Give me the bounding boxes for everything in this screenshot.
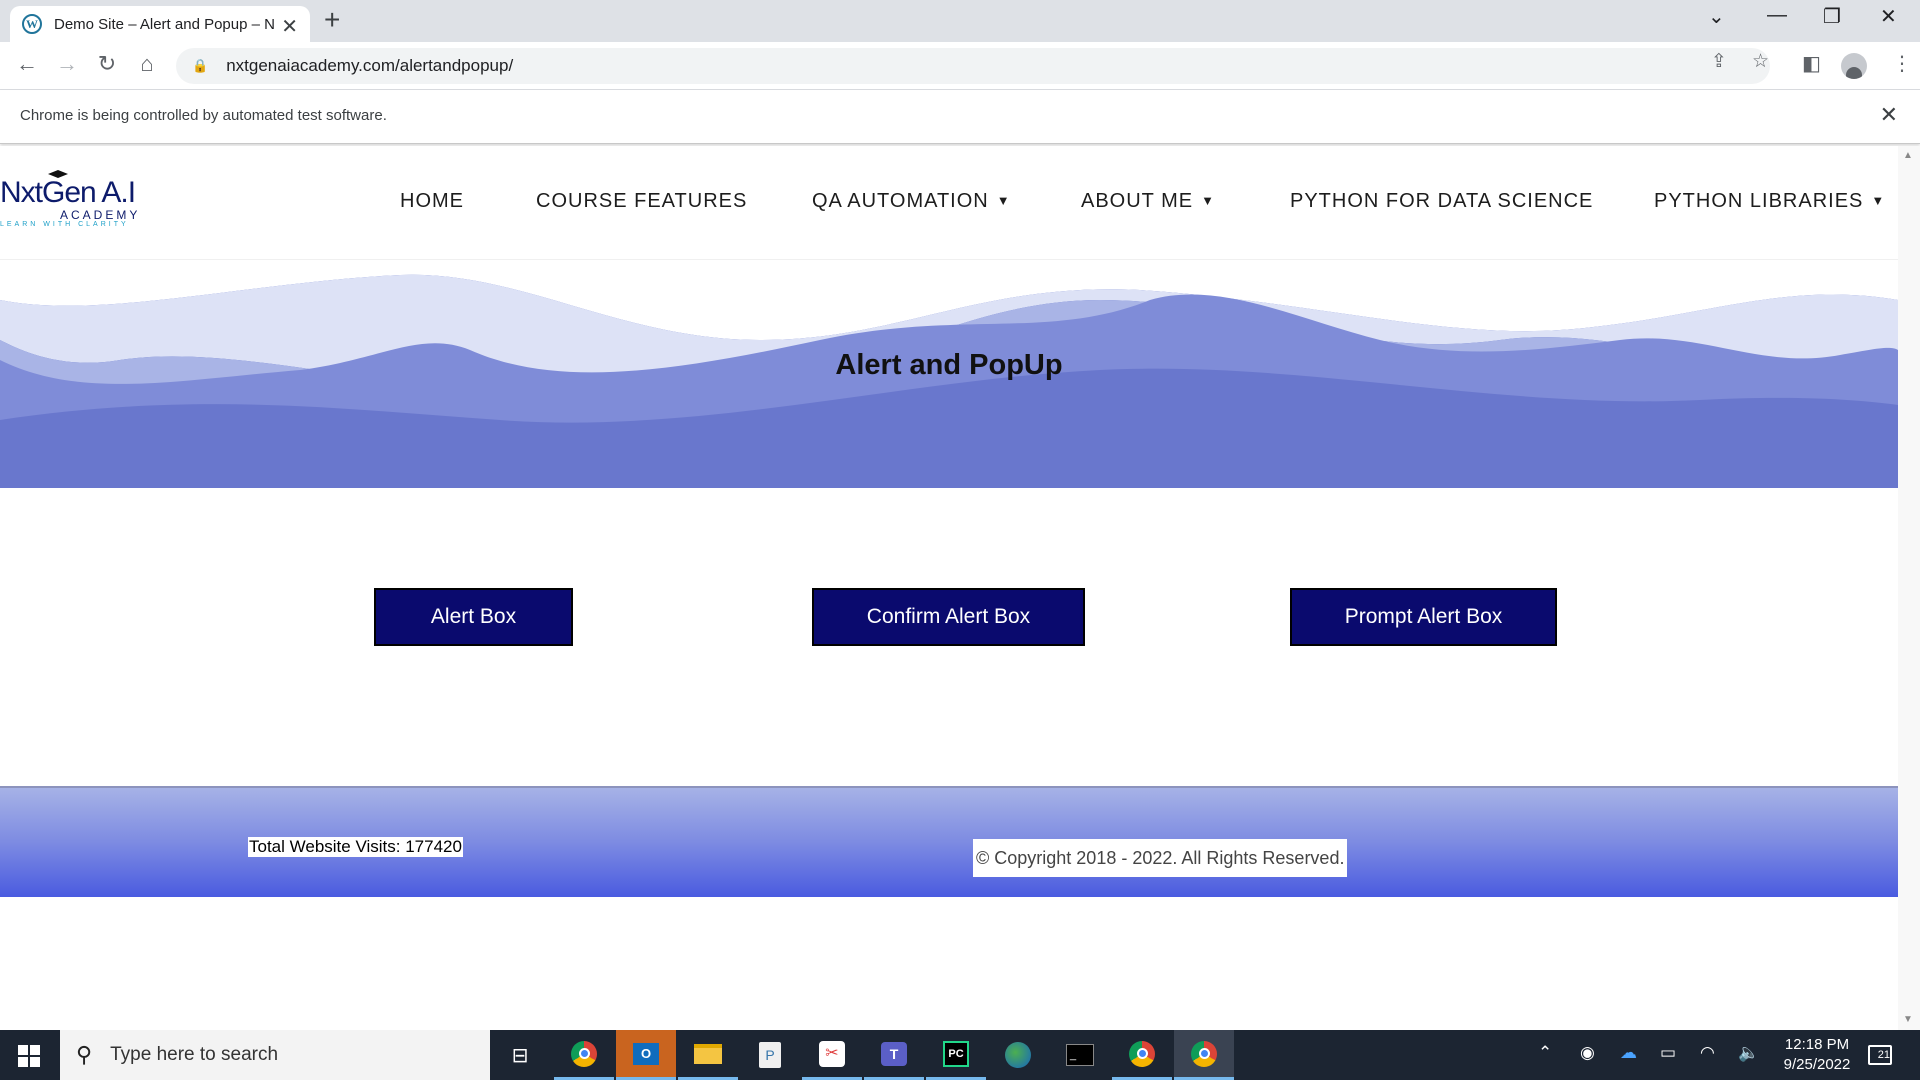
show-hidden-icons-chevron-icon[interactable]: ⌃: [1538, 1043, 1552, 1063]
chrome-taskbar-icon-active[interactable]: [1174, 1030, 1234, 1080]
infobar-text: Chrome is being controlled by automated …: [20, 107, 387, 124]
tab-search-icon[interactable]: ⌄: [1708, 4, 1725, 29]
restore-icon[interactable]: ❐: [1823, 4, 1841, 29]
automation-infobar: Chrome is being controlled by automated …: [0, 90, 1920, 144]
prompt-alert-box-button[interactable]: Prompt Alert Box: [1290, 588, 1557, 646]
network-globe-icon[interactable]: ◉: [1580, 1043, 1595, 1063]
site-footer: Total Website Visits: 177420 © Copyright…: [0, 786, 1898, 897]
browser-tab[interactable]: W Demo Site – Alert and Popup – N ✕: [10, 6, 310, 42]
site-header: NxtGen A.I ACADEMY LEARN WITH CLARITY HO…: [0, 146, 1898, 260]
reload-icon[interactable]: ↻: [92, 51, 122, 77]
tab-strip: W Demo Site – Alert and Popup – N ✕ + ⌄ …: [0, 0, 1920, 42]
nav-item-about-me[interactable]: ABOUT ME ▼: [1081, 190, 1215, 213]
notification-center-icon[interactable]: 21: [1868, 1042, 1892, 1065]
side-panel-icon[interactable]: ◧: [1802, 51, 1821, 76]
wordpress-icon: W: [22, 14, 42, 34]
browser-toolbar: ← → ↻ ⌂ 🔒 nxtgenaiacademy.com/alertandpo…: [0, 42, 1920, 90]
onedrive-error-icon[interactable]: ☁: [1620, 1043, 1637, 1063]
volume-icon[interactable]: 🔈: [1738, 1043, 1759, 1063]
lock-icon: 🔒: [192, 58, 209, 73]
alert-box-button[interactable]: Alert Box: [374, 588, 573, 646]
python-file-icon[interactable]: P: [740, 1030, 800, 1080]
tab-close-icon[interactable]: ✕: [281, 14, 298, 39]
nav-item-python-libraries[interactable]: PYTHON LIBRARIES ▼: [1654, 190, 1885, 213]
website-visits-counter: Total Website Visits: 177420: [248, 837, 463, 857]
logo-tagline: LEARN WITH CLARITY: [0, 221, 129, 228]
chevron-down-icon: ▼: [1201, 193, 1215, 208]
chevron-down-icon: ▼: [996, 193, 1011, 208]
chrome-taskbar-icon[interactable]: [554, 1030, 614, 1080]
nav-item-label: QA AUTOMATION: [812, 190, 989, 212]
pycharm-icon[interactable]: PC: [926, 1030, 986, 1080]
chrome-taskbar-icon-2[interactable]: [1112, 1030, 1172, 1080]
notification-count: 21: [1868, 1045, 1892, 1065]
file-explorer-icon[interactable]: [678, 1030, 738, 1080]
teams-icon[interactable]: T: [864, 1030, 924, 1080]
back-icon[interactable]: ←: [12, 51, 42, 77]
wifi-icon[interactable]: ◠: [1700, 1043, 1715, 1063]
profile-avatar-icon[interactable]: [1841, 53, 1867, 79]
nav-item-home[interactable]: HOME: [400, 190, 464, 213]
nav-item-label: PYTHON LIBRARIES: [1654, 190, 1864, 212]
tab-title: Demo Site – Alert and Popup – N: [54, 15, 274, 33]
task-view-icon[interactable]: ⊟: [490, 1030, 550, 1080]
scroll-up-icon[interactable]: ▲: [1903, 150, 1913, 161]
page-scrollbar[interactable]: ▲ ▼: [1898, 146, 1920, 1030]
taskbar-search-box[interactable]: ⚲ Type here to search: [60, 1030, 490, 1080]
outlook-icon[interactable]: O: [616, 1030, 676, 1080]
forward-icon[interactable]: →: [52, 51, 82, 77]
windows-taskbar: ⚲ Type here to search ⊟ O P ✂ T PC _ ⌃ ◉…: [0, 1030, 1920, 1080]
scroll-down-icon[interactable]: ▼: [1903, 1014, 1913, 1025]
menu-kebab-icon[interactable]: ⋮: [1892, 51, 1912, 76]
main-navigation: HOME COURSE FEATURES QA AUTOMATION ▼ ABOU…: [0, 190, 1898, 220]
share-icon[interactable]: ⇪: [1711, 50, 1727, 73]
snipping-tool-icon[interactable]: ✂: [802, 1030, 862, 1080]
nav-item-label: PYTHON FOR DATA SCIENCE: [1290, 190, 1594, 212]
copyright-text: © Copyright 2018 - 2022. All Rights Rese…: [973, 839, 1348, 877]
nav-item-python-data-science[interactable]: PYTHON FOR DATA SCIENCE: [1290, 190, 1593, 213]
page-title: Alert and PopUp: [835, 349, 1063, 381]
home-icon[interactable]: ⌂: [132, 51, 162, 77]
bookmark-star-icon[interactable]: ☆: [1752, 50, 1769, 73]
minimize-icon[interactable]: —: [1767, 4, 1787, 27]
terminal-icon[interactable]: _: [1050, 1030, 1110, 1080]
page-viewport: NxtGen A.I ACADEMY LEARN WITH CLARITY HO…: [0, 146, 1898, 1030]
new-tab-icon[interactable]: +: [324, 4, 340, 36]
window-close-icon[interactable]: ✕: [1880, 4, 1897, 29]
url-text[interactable]: nxtgenaiacademy.com/alertandpopup/: [226, 56, 513, 76]
chevron-down-icon: ▼: [1871, 193, 1886, 208]
clock-time: 12:18 PM: [1784, 1036, 1850, 1053]
address-bar[interactable]: 🔒 nxtgenaiacademy.com/alertandpopup/: [176, 48, 1770, 84]
search-icon: ⚲: [76, 1042, 93, 1067]
taskbar-clock[interactable]: 12:18 PM 9/25/2022: [1772, 1035, 1862, 1075]
windows-start-icon[interactable]: [18, 1045, 40, 1067]
taskbar-search-placeholder: Type here to search: [110, 1044, 279, 1065]
nav-item-qa-automation[interactable]: QA AUTOMATION ▼: [812, 190, 1011, 213]
nav-item-label: COURSE FEATURES: [536, 190, 748, 212]
globe-app-icon[interactable]: [988, 1030, 1048, 1080]
infobar-close-icon[interactable]: ✕: [1880, 102, 1898, 128]
nav-item-course-features[interactable]: COURSE FEATURES: [536, 190, 747, 213]
nav-item-label: HOME: [400, 190, 464, 212]
page-hero-banner: Alert and PopUp: [0, 260, 1898, 488]
nav-item-label: ABOUT ME: [1081, 190, 1194, 212]
battery-icon[interactable]: ▭: [1660, 1043, 1676, 1063]
clock-date: 9/25/2022: [1783, 1056, 1851, 1073]
confirm-alert-box-button[interactable]: Confirm Alert Box: [812, 588, 1085, 646]
